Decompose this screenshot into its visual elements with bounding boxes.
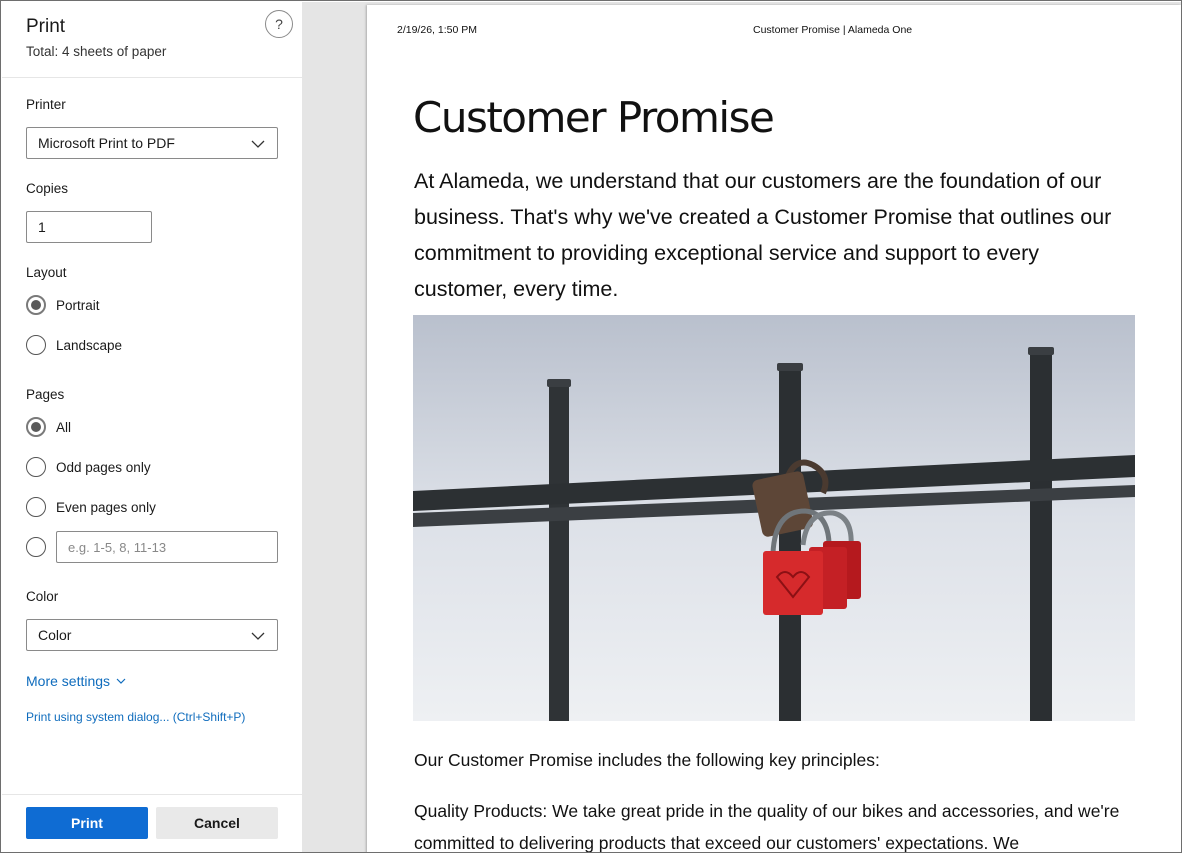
- divider: [2, 794, 302, 795]
- pages-label: Pages: [26, 387, 65, 402]
- radio-unselected-icon[interactable]: [26, 537, 46, 557]
- color-select[interactable]: Color: [26, 619, 278, 651]
- layout-portrait-option[interactable]: Portrait: [26, 294, 100, 316]
- help-button[interactable]: ?: [265, 10, 293, 38]
- more-settings-label: More settings: [26, 673, 111, 689]
- chevron-down-icon: [251, 632, 265, 640]
- layout-label: Layout: [26, 265, 67, 280]
- sheet-count: Total: 4 sheets of paper: [26, 44, 167, 59]
- printer-select[interactable]: Microsoft Print to PDF: [26, 127, 278, 159]
- chevron-down-icon: [251, 140, 265, 148]
- pages-odd-option[interactable]: Odd pages only: [26, 456, 151, 478]
- print-dialog: Print Total: 4 sheets of paper ? Printer…: [0, 0, 1182, 853]
- copies-input[interactable]: 1: [26, 211, 152, 243]
- pages-custom-option[interactable]: [26, 536, 46, 558]
- document-intro: At Alameda, we understand that our custo…: [414, 169, 1112, 301]
- dialog-title: Print: [26, 16, 66, 37]
- document-paragraph: Quality Products: We take great pride in…: [414, 801, 1120, 853]
- print-settings-panel: Print Total: 4 sheets of paper ? Printer…: [2, 2, 302, 852]
- print-button[interactable]: Print: [26, 807, 148, 839]
- pages-even-label: Even pages only: [56, 499, 156, 515]
- preview-page: 2/19/26, 1:50 PM Customer Promise | Alam…: [367, 5, 1181, 853]
- pages-all-label: All: [56, 419, 72, 435]
- more-settings-link[interactable]: More settings: [26, 673, 126, 689]
- page-range-input[interactable]: e.g. 1-5, 8, 11-13: [56, 531, 278, 563]
- pages-odd-label: Odd pages only: [56, 459, 151, 475]
- cancel-button[interactable]: Cancel: [156, 807, 278, 839]
- padlocks-photo: [413, 315, 1135, 721]
- radio-unselected-icon[interactable]: [26, 335, 46, 355]
- divider: [2, 77, 302, 78]
- printer-select-value: Microsoft Print to PDF: [38, 135, 175, 151]
- chevron-down-icon: [116, 678, 126, 684]
- radio-selected-icon[interactable]: [26, 417, 46, 437]
- layout-landscape-option[interactable]: Landscape: [26, 334, 122, 356]
- layout-portrait-label: Portrait: [56, 297, 100, 313]
- pages-even-option[interactable]: Even pages only: [26, 496, 156, 518]
- radio-unselected-icon[interactable]: [26, 457, 46, 477]
- document-paragraph: Our Customer Promise includes the follow…: [414, 750, 880, 770]
- page-header-date: 2/19/26, 1:50 PM: [397, 24, 477, 36]
- color-label: Color: [26, 589, 59, 604]
- page-header-title: Customer Promise | Alameda One: [753, 24, 913, 36]
- color-select-value: Color: [38, 627, 72, 643]
- pages-all-option[interactable]: All: [26, 416, 71, 438]
- system-dialog-link[interactable]: Print using system dialog... (Ctrl+Shift…: [26, 710, 245, 724]
- document-title: Customer Promise: [413, 93, 775, 142]
- layout-landscape-label: Landscape: [56, 337, 123, 353]
- printer-label: Printer: [26, 97, 66, 112]
- copies-label: Copies: [26, 181, 69, 196]
- radio-selected-icon[interactable]: [26, 295, 46, 315]
- radio-unselected-icon[interactable]: [26, 497, 46, 517]
